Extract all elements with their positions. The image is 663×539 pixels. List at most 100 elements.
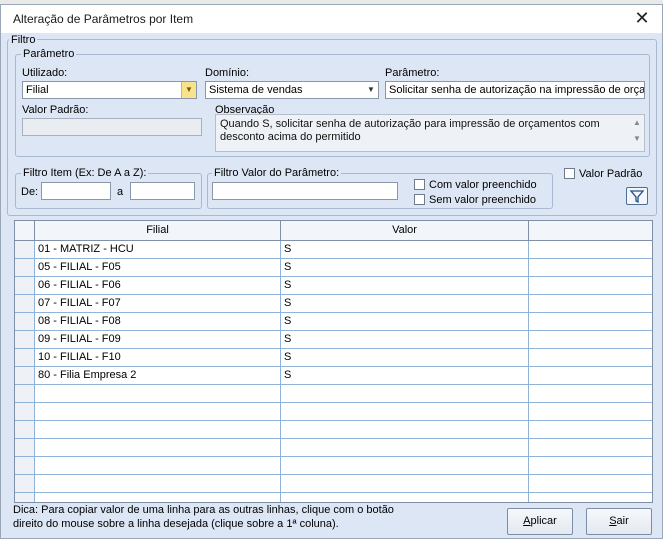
filtro-item-label: Filtro Item (Ex: De A a Z):	[21, 167, 149, 179]
sair-label: air	[616, 515, 629, 527]
row-selector[interactable]	[15, 259, 35, 276]
cell-filial[interactable]: 05 - FILIAL - F05	[35, 259, 281, 276]
a-label: a	[117, 186, 124, 198]
cell-filial[interactable]: 09 - FILIAL - F09	[35, 331, 281, 348]
items-grid[interactable]: Filial Valor 01 - MATRIZ - HCU S 05 - FILI…	[14, 220, 653, 503]
cell-filial[interactable]: 01 - MATRIZ - HCU	[35, 241, 281, 258]
row-selector[interactable]	[15, 331, 35, 348]
hint-line-1: Dica: Para copiar valor de uma linha par…	[13, 504, 394, 516]
dominio-value: Sistema de vendas	[209, 84, 303, 96]
table-row[interactable]: 07 - FILIAL - F07 S	[15, 295, 652, 313]
cell-filial[interactable]: 07 - FILIAL - F07	[35, 295, 281, 312]
table-row[interactable]	[15, 475, 652, 493]
row-selector[interactable]	[15, 385, 35, 402]
row-selector[interactable]	[15, 493, 35, 502]
sair-button[interactable]: Sair	[586, 508, 652, 535]
table-row[interactable]: 06 - FILIAL - F06 S	[15, 277, 652, 295]
table-row[interactable]: 01 - MATRIZ - HCU S	[15, 241, 652, 259]
table-row[interactable]: 80 - Filia Empresa 2S	[15, 367, 652, 385]
cell-filial[interactable]	[35, 385, 281, 402]
chevron-down-icon[interactable]: ▼	[181, 82, 196, 98]
table-row[interactable]: 08 - FILIAL - F08 S	[15, 313, 652, 331]
window-title: Alteração de Parâmetros por Item	[13, 12, 194, 26]
row-selector[interactable]	[15, 421, 35, 438]
dialog-window: Alteração de Parâmetros por Item ✕ Filtr…	[0, 4, 663, 539]
cell-empty	[529, 421, 652, 438]
row-selector[interactable]	[15, 475, 35, 492]
cell-filial[interactable]	[35, 457, 281, 474]
cell-empty	[529, 457, 652, 474]
valor-padrao-field	[22, 118, 202, 136]
cell-valor[interactable]	[281, 439, 529, 456]
scroll-up-icon[interactable]: ▲	[630, 115, 644, 131]
row-selector[interactable]	[15, 439, 35, 456]
column-header-filial[interactable]: Filial	[35, 221, 281, 240]
cell-empty	[529, 385, 652, 402]
table-row[interactable]	[15, 403, 652, 421]
close-icon[interactable]: ✕	[622, 5, 662, 33]
table-row[interactable]	[15, 385, 652, 403]
row-selector[interactable]	[15, 313, 35, 330]
row-selector[interactable]	[15, 241, 35, 258]
cell-filial[interactable]	[35, 439, 281, 456]
cell-valor[interactable]: S	[281, 331, 529, 348]
valor-padrao-label: Valor Padrão:	[22, 104, 89, 116]
cell-empty	[529, 295, 652, 312]
cell-filial[interactable]: 06 - FILIAL - F06	[35, 277, 281, 294]
aplicar-button[interactable]: Aplicar	[507, 508, 573, 535]
row-selector[interactable]	[15, 457, 35, 474]
column-header-empty	[529, 221, 652, 240]
cell-valor[interactable]: S	[281, 313, 529, 330]
row-selector[interactable]	[15, 295, 35, 312]
table-row[interactable]: 10 - FILIAL - F10 S	[15, 349, 652, 367]
cell-valor[interactable]: S	[281, 259, 529, 276]
valor-padrao-checkbox[interactable]	[564, 168, 575, 179]
table-row[interactable]: 09 - FILIAL - F09 S	[15, 331, 652, 349]
aplicar-label: plicar	[530, 515, 557, 527]
com-valor-label: Com valor preenchido	[429, 179, 537, 191]
sem-valor-checkbox[interactable]	[414, 194, 425, 205]
sair-accel: S	[609, 515, 617, 527]
filter-button[interactable]	[626, 187, 648, 205]
cell-empty	[529, 241, 652, 258]
cell-filial[interactable]: 10 - FILIAL - F10	[35, 349, 281, 366]
cell-valor[interactable]	[281, 475, 529, 492]
cell-filial[interactable]	[35, 421, 281, 438]
cell-valor[interactable]: S	[281, 367, 529, 384]
utilizado-combo[interactable]: Filial ▼	[22, 81, 197, 99]
parametro-field[interactable]: Solicitar senha de autorização na impres…	[385, 81, 645, 99]
cell-filial[interactable]: 80 - Filia Empresa 2	[35, 367, 281, 384]
cell-valor[interactable]: S	[281, 295, 529, 312]
com-valor-checkbox[interactable]	[414, 179, 425, 190]
cell-valor[interactable]	[281, 457, 529, 474]
observacao-scrollbar[interactable]: ▲ ▼	[630, 115, 644, 151]
a-input[interactable]	[130, 182, 195, 200]
table-row[interactable]	[15, 439, 652, 457]
cell-filial[interactable]	[35, 475, 281, 492]
table-row[interactable]	[15, 493, 652, 502]
cell-valor[interactable]	[281, 421, 529, 438]
table-row[interactable]	[15, 421, 652, 439]
scroll-down-icon[interactable]: ▼	[630, 131, 644, 147]
cell-valor[interactable]: S	[281, 277, 529, 294]
cell-filial[interactable]	[35, 403, 281, 420]
chevron-down-icon[interactable]: ▼	[364, 82, 378, 98]
cell-filial[interactable]	[35, 493, 281, 502]
cell-valor[interactable]	[281, 493, 529, 502]
filtro-valor-input[interactable]	[212, 182, 398, 200]
cell-valor[interactable]: S	[281, 241, 529, 258]
table-row[interactable]: 05 - FILIAL - F05 S	[15, 259, 652, 277]
dominio-combo[interactable]: Sistema de vendas ▼	[205, 81, 379, 99]
row-selector[interactable]	[15, 367, 35, 384]
cell-valor[interactable]	[281, 403, 529, 420]
table-row[interactable]	[15, 457, 652, 475]
de-input[interactable]	[41, 182, 111, 200]
row-selector[interactable]	[15, 403, 35, 420]
row-selector[interactable]	[15, 277, 35, 294]
cell-valor[interactable]	[281, 385, 529, 402]
observacao-text: Quando S, solicitar senha de autorização…	[215, 114, 645, 152]
row-selector[interactable]	[15, 349, 35, 366]
cell-valor[interactable]: S	[281, 349, 529, 366]
cell-filial[interactable]: 08 - FILIAL - F08	[35, 313, 281, 330]
column-header-valor[interactable]: Valor	[281, 221, 529, 240]
